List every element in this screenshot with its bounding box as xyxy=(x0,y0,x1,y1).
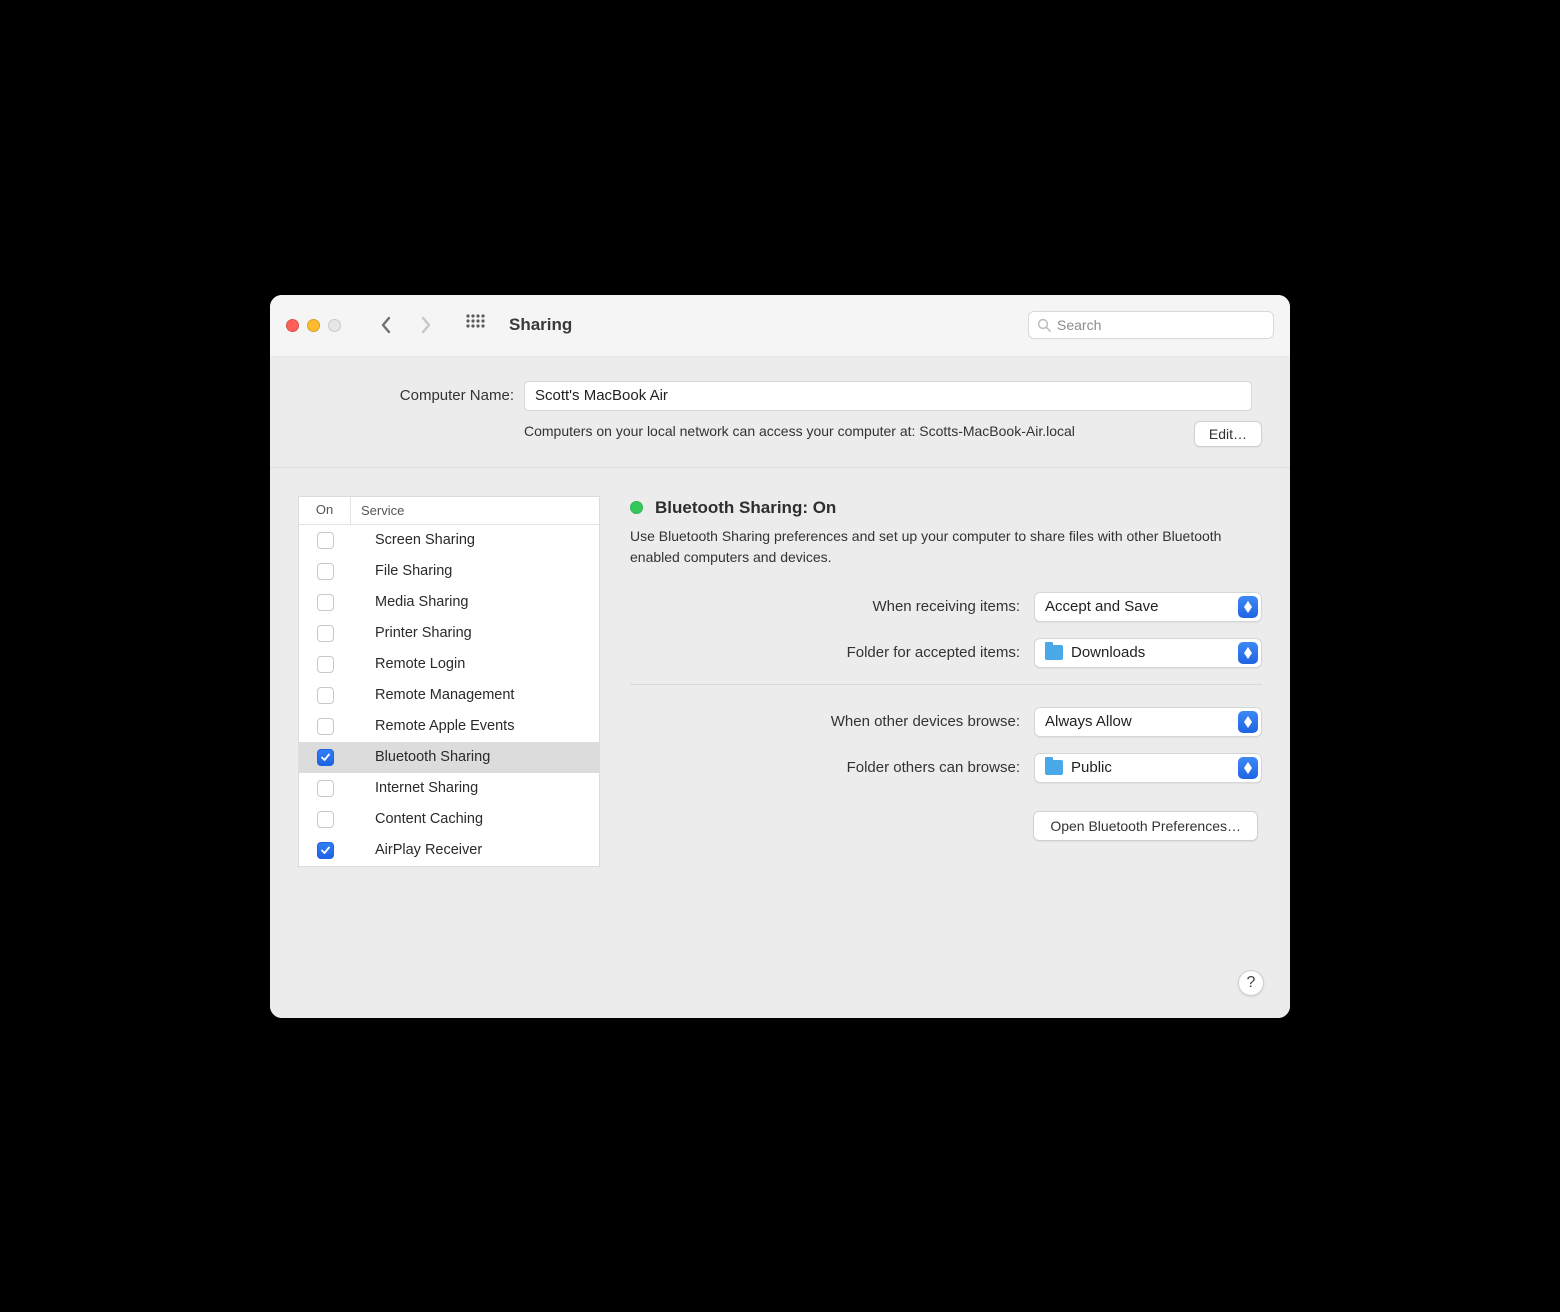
receiving-items-popup[interactable]: Accept and Save xyxy=(1034,592,1262,622)
chevron-left-icon xyxy=(380,316,392,334)
open-bluetooth-preferences-button[interactable]: Open Bluetooth Preferences… xyxy=(1033,811,1258,841)
popup-stepper-icon xyxy=(1238,711,1258,733)
minimize-window-button[interactable] xyxy=(307,319,320,332)
popup-stepper-icon xyxy=(1238,596,1258,618)
service-name: AirPlay Receiver xyxy=(351,842,482,858)
popup-stepper-icon xyxy=(1238,642,1258,664)
browse-folder-label: Folder others can browse: xyxy=(630,759,1020,776)
service-name: Remote Management xyxy=(351,687,514,703)
service-checkbox[interactable] xyxy=(317,780,334,797)
forward-button xyxy=(411,310,441,340)
status-title: Bluetooth Sharing: On xyxy=(655,498,836,518)
grid-icon xyxy=(465,313,485,333)
chevron-right-icon xyxy=(420,316,432,334)
folder-icon xyxy=(1045,645,1063,660)
checkmark-icon xyxy=(320,752,331,763)
service-name: File Sharing xyxy=(351,563,452,579)
service-name: Remote Apple Events xyxy=(351,718,514,734)
service-row[interactable]: Screen Sharing xyxy=(299,525,599,556)
column-header-on: On xyxy=(299,496,351,524)
service-name: Remote Login xyxy=(351,656,465,672)
show-all-button[interactable] xyxy=(465,313,485,338)
accepted-folder-popup[interactable]: Downloads xyxy=(1034,638,1262,668)
computer-hostname-text: Computers on your local network can acce… xyxy=(524,421,1174,441)
services-list: On Service Screen Sharing File Sharing Med… xyxy=(298,496,600,867)
popup-stepper-icon xyxy=(1238,757,1258,779)
window-footer xyxy=(270,948,1290,1018)
service-checkbox[interactable] xyxy=(317,563,334,580)
receiving-items-value: Accept and Save xyxy=(1045,598,1158,615)
service-row[interactable]: File Sharing xyxy=(299,556,599,587)
detail-divider xyxy=(630,684,1262,685)
service-checkbox[interactable] xyxy=(317,532,334,549)
checkmark-icon xyxy=(320,845,331,856)
computer-name-section: Computer Name: Computers on your local n… xyxy=(270,357,1290,467)
search-icon xyxy=(1037,318,1051,332)
computer-name-input[interactable] xyxy=(524,381,1252,411)
titlebar: Sharing Search xyxy=(270,295,1290,357)
service-row[interactable]: Media Sharing xyxy=(299,587,599,618)
column-header-service: Service xyxy=(351,503,404,518)
status-indicator-icon xyxy=(630,501,643,514)
service-row[interactable]: Remote Management xyxy=(299,680,599,711)
service-checkbox[interactable] xyxy=(317,594,334,611)
service-detail-panel: Bluetooth Sharing: On Use Bluetooth Shar… xyxy=(630,496,1262,920)
service-name: Bluetooth Sharing xyxy=(351,749,490,765)
service-name: Media Sharing xyxy=(351,594,469,610)
back-button[interactable] xyxy=(371,310,401,340)
service-description: Use Bluetooth Sharing preferences and se… xyxy=(630,526,1262,568)
receiving-items-label: When receiving items: xyxy=(630,598,1020,615)
accepted-folder-label: Folder for accepted items: xyxy=(630,644,1020,661)
edit-hostname-button[interactable]: Edit… xyxy=(1194,421,1262,447)
services-header: On Service xyxy=(299,497,599,525)
browse-folder-value: Public xyxy=(1071,759,1112,776)
service-row[interactable]: Printer Sharing xyxy=(299,618,599,649)
browse-folder-popup[interactable]: Public xyxy=(1034,753,1262,783)
accepted-folder-value: Downloads xyxy=(1071,644,1145,661)
help-icon: ? xyxy=(1247,974,1256,992)
service-name: Internet Sharing xyxy=(351,780,478,796)
sharing-preferences-window: Sharing Search Computer Name: Computers … xyxy=(270,295,1290,1018)
service-row[interactable]: Remote Apple Events xyxy=(299,711,599,742)
service-name: Printer Sharing xyxy=(351,625,472,641)
help-button[interactable]: ? xyxy=(1238,970,1264,996)
search-placeholder: Search xyxy=(1057,317,1101,333)
folder-icon xyxy=(1045,760,1063,775)
service-checkbox[interactable] xyxy=(317,842,334,859)
window-controls xyxy=(286,319,341,332)
browse-value: Always Allow xyxy=(1045,713,1132,730)
service-checkbox[interactable] xyxy=(317,749,334,766)
service-row[interactable]: Internet Sharing xyxy=(299,773,599,804)
search-field[interactable]: Search xyxy=(1028,311,1274,339)
service-name: Screen Sharing xyxy=(351,532,475,548)
computer-name-label: Computer Name: xyxy=(298,381,514,404)
service-row[interactable]: Content Caching xyxy=(299,804,599,835)
close-window-button[interactable] xyxy=(286,319,299,332)
sharing-body: On Service Screen Sharing File Sharing Med… xyxy=(270,468,1290,948)
browse-popup[interactable]: Always Allow xyxy=(1034,707,1262,737)
service-name: Content Caching xyxy=(351,811,483,827)
zoom-window-button xyxy=(328,319,341,332)
service-checkbox[interactable] xyxy=(317,718,334,735)
service-row[interactable]: AirPlay Receiver xyxy=(299,835,599,866)
service-checkbox[interactable] xyxy=(317,656,334,673)
window-title: Sharing xyxy=(509,315,572,335)
service-checkbox[interactable] xyxy=(317,625,334,642)
service-status: Bluetooth Sharing: On xyxy=(630,498,1262,518)
service-checkbox[interactable] xyxy=(317,687,334,704)
browse-label: When other devices browse: xyxy=(630,713,1020,730)
service-checkbox[interactable] xyxy=(317,811,334,828)
service-row[interactable]: Remote Login xyxy=(299,649,599,680)
service-row[interactable]: Bluetooth Sharing xyxy=(299,742,599,773)
